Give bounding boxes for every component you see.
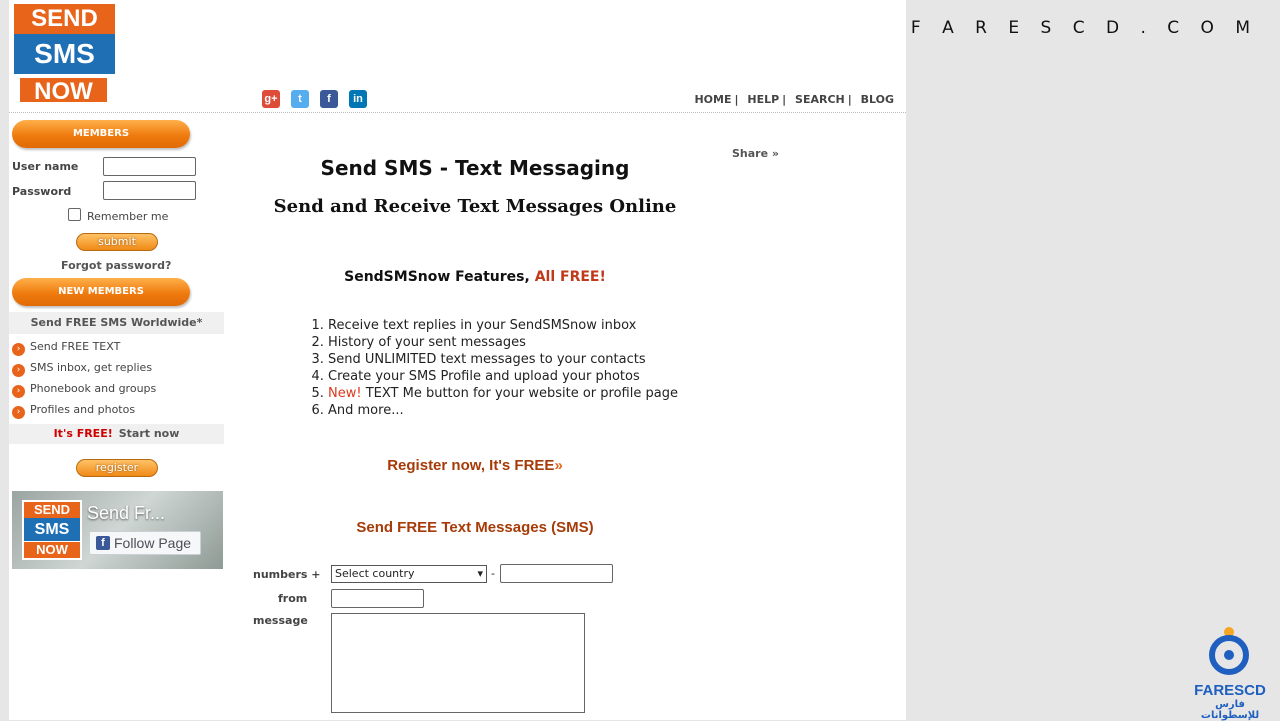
- farescd-arabic-name: فارس للإسطوانات: [1200, 699, 1260, 721]
- message-textarea[interactable]: [331, 613, 585, 713]
- features-heading: SendSMSnow Features, All FREE!: [240, 269, 710, 285]
- chevron-right-icon: »: [554, 457, 563, 474]
- list-item-text: TEXT Me button for your website or profi…: [365, 386, 678, 401]
- chevron-down-icon: ▾: [477, 567, 483, 580]
- nav-help[interactable]: HELP: [747, 93, 779, 106]
- list-item: Create your SMS Profile and upload your …: [328, 368, 688, 385]
- list-item: History of your sent messages: [328, 334, 688, 351]
- from-label: from: [278, 592, 308, 605]
- from-input[interactable]: [331, 589, 424, 608]
- facebook-page-name[interactable]: Send Fr...: [87, 503, 165, 524]
- phone-number-input[interactable]: [500, 564, 613, 583]
- sendsmsnow-page: SEND SMS NOW g+ t f in HOME | HELP | SEARC…: [0, 0, 906, 720]
- mini-logo-send: SEND: [24, 502, 80, 518]
- sms-form-title: Send FREE Text Messages (SMS): [356, 519, 594, 536]
- arrow-bullet-icon: ›: [12, 406, 25, 419]
- register-now-link[interactable]: Register now, It's FREE»: [240, 457, 710, 474]
- twitter-icon[interactable]: t: [291, 90, 309, 108]
- facebook-icon[interactable]: f: [320, 90, 338, 108]
- start-now-bar: It's FREE! Start now: [9, 424, 224, 444]
- share-link[interactable]: Share »: [732, 147, 779, 160]
- nav-search[interactable]: SEARCH: [795, 93, 845, 106]
- password-label: Password: [12, 185, 72, 198]
- left-margin: [0, 0, 9, 720]
- feature-label: Profiles and photos: [30, 403, 136, 416]
- logo-now: NOW: [18, 76, 109, 105]
- username-input[interactable]: [103, 157, 196, 176]
- features-list: Receive text replies in your SendSMSnow …: [306, 317, 688, 419]
- remember-me-checkbox[interactable]: [68, 208, 81, 221]
- register-button[interactable]: register: [76, 459, 158, 477]
- start-now-link[interactable]: Start now: [119, 427, 180, 440]
- top-navigation: HOME | HELP | SEARCH | BLOG: [694, 93, 894, 106]
- farescd-name: FARESCD: [1194, 682, 1266, 699]
- remember-me-label: Remember me: [87, 210, 169, 223]
- register-now-text: Register now, It's FREE: [387, 457, 555, 474]
- country-select[interactable]: Select country ▾: [331, 565, 487, 583]
- password-input[interactable]: [103, 181, 196, 200]
- sendsmsnow-logo[interactable]: SEND SMS NOW: [14, 4, 115, 105]
- follow-label: Follow Page: [114, 535, 192, 551]
- sidebar-feature-item[interactable]: › Phonebook and groups: [12, 382, 156, 398]
- its-free-text: It's FREE!: [53, 427, 113, 440]
- forgot-password-link[interactable]: Forgot password?: [61, 259, 171, 272]
- nav-separator: |: [847, 93, 852, 106]
- arrow-bullet-icon: ›: [12, 385, 25, 398]
- facebook-page-widget[interactable]: SEND SMS NOW Send Fr... f Follow Page: [12, 491, 223, 569]
- new-badge: New!: [328, 386, 362, 401]
- members-header: MEMBERS: [12, 120, 190, 148]
- arrow-bullet-icon: ›: [12, 343, 25, 356]
- nav-separator: |: [734, 93, 739, 106]
- linkedin-icon[interactable]: in: [349, 90, 367, 108]
- logo-send: SEND: [14, 4, 115, 34]
- farescd-logo-icon: [1209, 627, 1249, 675]
- nav-blog[interactable]: BLOG: [861, 93, 894, 106]
- nav-home[interactable]: HOME: [694, 93, 731, 106]
- header-divider: [9, 112, 906, 113]
- feature-label: Send FREE TEXT: [30, 340, 121, 353]
- page-title: Send SMS - Text Messaging: [320, 156, 630, 180]
- follow-page-button[interactable]: f Follow Page: [89, 531, 201, 555]
- free-sms-worldwide: Send FREE SMS Worldwide*: [9, 312, 224, 334]
- sidebar-feature-item[interactable]: › SMS inbox, get replies: [12, 361, 152, 377]
- feature-label: SMS inbox, get replies: [30, 361, 153, 374]
- numbers-label: numbers +: [253, 568, 321, 581]
- list-item: Send UNLIMITED text messages to your con…: [328, 351, 688, 368]
- mini-logo-sms: SMS: [24, 518, 80, 541]
- country-select-value: Select country: [335, 567, 415, 580]
- nav-separator: |: [782, 93, 787, 106]
- page-subtitle: Send and Receive Text Messages Online: [273, 196, 677, 217]
- arrow-bullet-icon: ›: [12, 364, 25, 377]
- google-plus-icon[interactable]: g+: [262, 90, 280, 108]
- mini-logo-now: NOW: [24, 542, 80, 558]
- submit-button[interactable]: submit: [76, 233, 158, 251]
- feature-label: Phonebook and groups: [30, 382, 157, 395]
- number-dash: -: [491, 567, 495, 580]
- list-item: Receive text replies in your SendSMSnow …: [328, 317, 688, 334]
- message-label: message: [253, 614, 308, 627]
- sidebar-feature-item[interactable]: › Send FREE TEXT: [12, 340, 120, 356]
- farescd-watermark: F A R E S C D . C O M: [910, 18, 1258, 38]
- list-item: And more...: [328, 402, 688, 419]
- all-free-text: All FREE!: [534, 269, 606, 285]
- facebook-icon: f: [96, 536, 110, 550]
- list-item: New! TEXT Me button for your website or …: [328, 385, 688, 402]
- sidebar-feature-item[interactable]: › Profiles and photos: [12, 403, 135, 419]
- logo-sms: SMS: [14, 34, 115, 74]
- new-members-header: NEW MEMBERS: [12, 278, 190, 306]
- widget-logo: SEND SMS NOW: [22, 500, 82, 560]
- username-label: User name: [12, 160, 79, 173]
- features-heading-text: SendSMSnow Features,: [344, 269, 530, 285]
